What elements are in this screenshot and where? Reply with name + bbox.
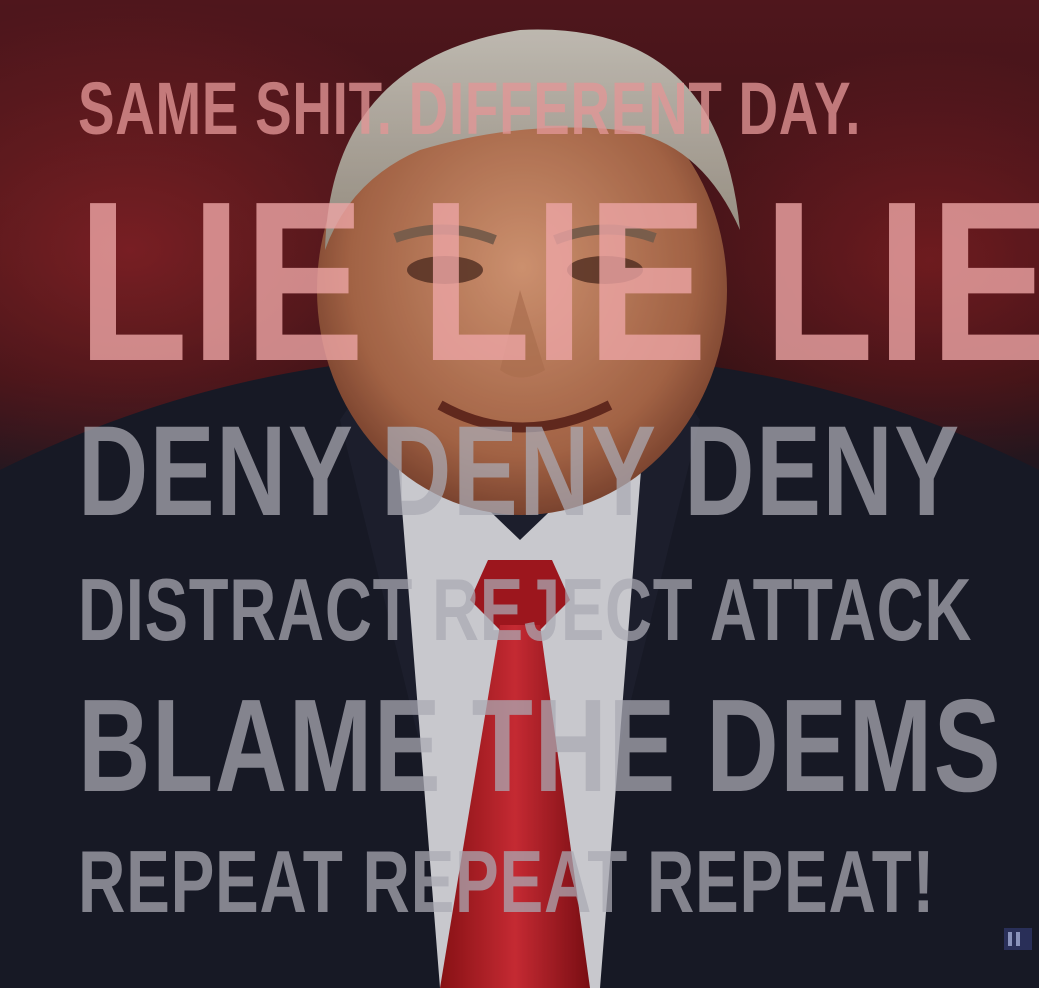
line-deny: DENY DENY DENY [78, 400, 961, 543]
line-repeat: REPEAT REPEAT REPEAT! [78, 832, 936, 931]
line-blame: BLAME THE DEMS [78, 672, 1003, 819]
meme-image: SAME SHIT. DIFFERENT DAY. LIE LIE LIE DE… [0, 0, 1039, 988]
line-distract: DISTRACT REJECT ATTACK [78, 560, 973, 659]
line-lie: LIE LIE LIE [78, 155, 1039, 409]
headline-same-shit: SAME SHIT. DIFFERENT DAY. [78, 67, 862, 150]
corner-watermark-logo [998, 918, 1038, 958]
overlay-text: SAME SHIT. DIFFERENT DAY. LIE LIE LIE DE… [0, 0, 1039, 988]
